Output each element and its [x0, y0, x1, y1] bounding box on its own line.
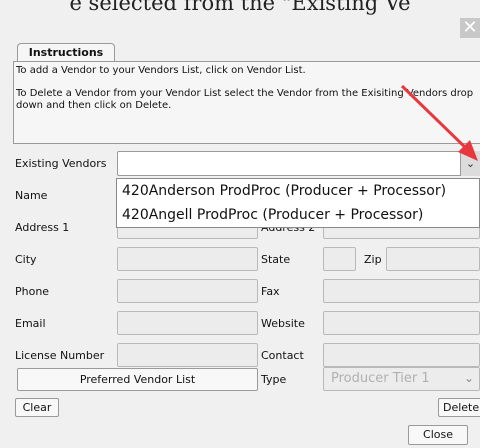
website-field[interactable] — [323, 311, 480, 335]
fax-field[interactable] — [323, 279, 480, 303]
dropdown-option-anderson[interactable]: 420Anderson ProdProc (Producer + Process… — [122, 182, 446, 200]
tab-instructions[interactable]: Instructions — [17, 43, 115, 62]
top-caption: e selected from the "Existing Ve — [69, 0, 411, 15]
name-label: Name — [15, 189, 48, 202]
dropdown-option-angell[interactable]: 420Angell ProdProc (Producer + Processor… — [122, 206, 423, 224]
existing-vendors-select[interactable] — [117, 151, 480, 176]
delete-button[interactable]: Delete — [438, 398, 480, 417]
license-label: License Number — [15, 349, 105, 362]
contact-field[interactable] — [323, 343, 480, 367]
phone-field[interactable] — [117, 279, 258, 303]
email-field[interactable] — [117, 311, 258, 335]
existing-vendors-dropdown: 420Anderson ProdProc (Producer + Process… — [116, 178, 480, 228]
state-label: State — [261, 253, 291, 266]
close-icon[interactable]: ✕ — [460, 18, 480, 38]
city-label: City — [15, 253, 37, 266]
zip-field[interactable] — [386, 247, 480, 271]
license-field[interactable] — [117, 343, 258, 367]
instructions-line-delete: To Delete a Vendor from your Vendor List… — [16, 88, 474, 111]
close-button[interactable]: Close — [408, 425, 468, 445]
instructions-line-add: To add a Vendor to your Vendors List, cl… — [16, 65, 306, 76]
state-field[interactable] — [323, 247, 356, 271]
clear-button[interactable]: Clear — [15, 398, 59, 417]
preferred-vendor-list-button[interactable]: Preferred Vendor List — [17, 368, 258, 391]
city-field[interactable] — [117, 247, 258, 271]
existing-vendors-label: Existing Vendors — [15, 157, 107, 170]
type-label: Type — [261, 373, 287, 386]
fax-label: Fax — [261, 285, 280, 298]
email-label: Email — [15, 317, 46, 330]
chevron-down-icon[interactable]: ⌄ — [464, 371, 474, 385]
chevron-down-icon[interactable]: ⌄ — [460, 151, 480, 176]
contact-label: Contact — [261, 349, 304, 362]
address1-label: Address 1 — [15, 221, 70, 234]
phone-label: Phone — [15, 285, 50, 298]
instructions-panel: To add a Vendor to your Vendors List, cl… — [13, 61, 480, 144]
type-value: Producer Tier 1 — [331, 371, 430, 386]
website-label: Website — [261, 317, 305, 330]
zip-label: Zip — [364, 253, 382, 266]
